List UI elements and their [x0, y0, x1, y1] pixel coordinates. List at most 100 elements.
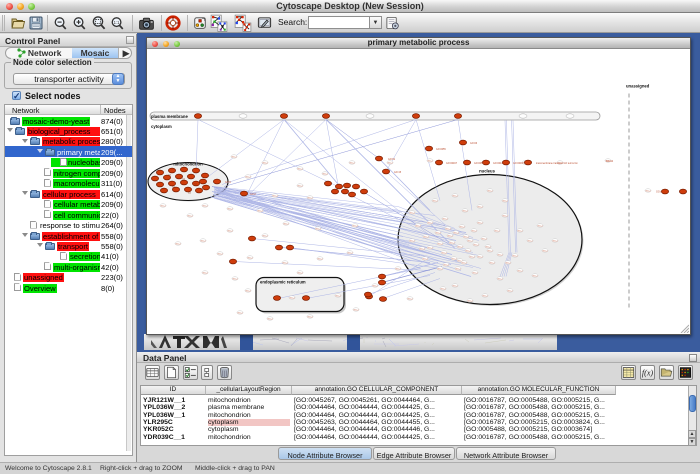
svg-text:Gna-t: Gna-t [245, 289, 251, 292]
svg-text:Gna-t: Gna-t [465, 249, 471, 252]
svg-text:Gna-t: Gna-t [487, 189, 493, 192]
svg-text:unassigned: unassigned [626, 84, 650, 89]
svg-text:Gna-t: Gna-t [202, 271, 208, 274]
svg-text:Gna-t: Gna-t [262, 234, 268, 237]
svg-text:f(x): f(x) [642, 368, 654, 377]
svg-text:Gna-t: Gna-t [237, 311, 243, 314]
svg-text:Gna-t: Gna-t [423, 235, 429, 238]
svg-text:Gna-t: Gna-t [353, 308, 359, 311]
svg-text:Gna-t: Gna-t [395, 267, 401, 270]
svg-text:GO:2: GO:2 [250, 193, 256, 196]
svg-text:Gna-t: Gna-t [527, 239, 533, 242]
svg-text:Gna-t: Gna-t [175, 242, 181, 245]
svg-text:Gna-t: Gna-t [487, 249, 493, 252]
svg-text:Gna-t: Gna-t [452, 284, 458, 287]
svg-text:Gna-t: Gna-t [409, 239, 415, 242]
svg-text:Gna-t: Gna-t [477, 205, 483, 208]
svg-text:Gna-t: Gna-t [494, 229, 500, 232]
svg-text:GO:t: GO:t [656, 191, 661, 194]
svg-text:Gna-t: Gna-t [387, 161, 393, 164]
svg-text:Gna-t: Gna-t [497, 253, 503, 256]
svg-text:Gna-t: Gna-t [427, 221, 433, 224]
svg-text:Gna-t: Gna-t [435, 231, 441, 234]
svg-text:Gna-t: Gna-t [227, 229, 233, 232]
svg-text:Gna-t: Gna-t [485, 245, 491, 248]
svg-text:Gna-t: Gna-t [512, 254, 518, 257]
svg-text:Gna-t: Gna-t [427, 159, 433, 162]
svg-text:Gna-t: Gna-t [202, 204, 208, 207]
svg-text:Gna-t: Gna-t [502, 214, 508, 217]
svg-text:1:1: 1:1 [114, 19, 121, 24]
svg-text:Gna-t: Gna-t [217, 252, 223, 255]
svg-text:Gna-t: Gna-t [457, 245, 463, 248]
svg-text:Gna-t: Gna-t [415, 224, 421, 227]
svg-text:Gna-t: Gna-t [262, 161, 268, 164]
svg-text:Gna-t: Gna-t [505, 261, 511, 264]
svg-text:GO:61: GO:61 [388, 158, 396, 161]
svg-text:Gna-t: Gna-t [445, 227, 451, 230]
svg-text:Gna-t: Gna-t [307, 315, 313, 318]
svg-text:Gna-t: Gna-t [437, 242, 443, 245]
svg-text:Gna-t: Gna-t [459, 225, 465, 228]
svg-text:GO:0046: GO:0046 [513, 162, 523, 165]
svg-text:Gna-t: Gna-t [467, 239, 473, 242]
svg-text:Gna-t: Gna-t [443, 263, 449, 266]
svg-text:Gna-t: Gna-t [422, 257, 428, 260]
svg-text:Gna-t: Gna-t [322, 172, 328, 175]
svg-text:Gna-t: Gna-t [532, 274, 538, 277]
svg-text:Gna-t: Gna-t [452, 194, 458, 197]
svg-text:Gna-t: Gna-t [372, 284, 378, 287]
svg-text:GO:9: GO:9 [225, 181, 231, 184]
svg-text:transmembrane transport GO ter: transmembrane transport GO terms list [536, 162, 578, 165]
svg-text:Gna-t: Gna-t [232, 277, 238, 280]
svg-text:Gna-t: Gna-t [315, 227, 321, 230]
svg-text:Gna-t: Gna-t [297, 271, 303, 274]
svg-text:GO:44: GO:44 [606, 160, 614, 163]
svg-text:Gna-t: Gna-t [507, 289, 513, 292]
svg-text:GO:0051: GO:0051 [474, 162, 484, 165]
svg-text:Gna-t: Gna-t [267, 317, 273, 320]
svg-text:Gna-t: Gna-t [469, 255, 475, 258]
svg-text:Gna-t: Gna-t [349, 161, 355, 164]
svg-text:nucleus: nucleus [479, 169, 495, 174]
svg-text:GO:06: GO:06 [470, 142, 478, 145]
svg-text:Gna-t: Gna-t [419, 247, 425, 250]
svg-text:Gna-t: Gna-t [481, 237, 487, 240]
svg-text:Gna-t: Gna-t [472, 271, 478, 274]
svg-text:Gna-t: Gna-t [247, 256, 253, 259]
svg-text:Gna-t: Gna-t [451, 257, 457, 260]
svg-text:Gna-t: Gna-t [441, 251, 447, 254]
svg-text:Gna-t: Gna-t [473, 243, 479, 246]
svg-text:Gna-t: Gna-t [282, 261, 288, 264]
svg-text:Gna-t: Gna-t [160, 204, 166, 207]
svg-text:Gna-t: Gna-t [317, 257, 323, 260]
svg-text:Gna-t: Gna-t [471, 229, 477, 232]
svg-text:Gna-t: Gna-t [347, 251, 353, 254]
svg-text:Gna-t: Gna-t [477, 255, 483, 258]
svg-text:Gna-t: Gna-t [447, 234, 453, 237]
svg-text:Gna-t: Gna-t [432, 199, 438, 202]
svg-text:Gna-t: Gna-t [463, 235, 469, 238]
svg-text:Gna-t: Gna-t [482, 294, 488, 297]
svg-text:Gna-t: Gna-t [537, 224, 543, 227]
svg-text:Gna-t: Gna-t [289, 296, 295, 299]
svg-text:Gna-t: Gna-t [645, 189, 651, 192]
svg-text:Gna-t: Gna-t [409, 211, 415, 214]
svg-text:Gna-t: Gna-t [502, 199, 508, 202]
svg-text:GO:0055: GO:0055 [436, 148, 446, 151]
svg-text:Gna-t: Gna-t [245, 175, 251, 178]
svg-text:cytoplasm: cytoplasm [151, 124, 172, 129]
svg-text:Gna-t: Gna-t [462, 209, 468, 212]
svg-text:Gna-t: Gna-t [467, 299, 473, 302]
svg-text:Gna-t: Gna-t [297, 167, 303, 170]
svg-text:plasma membrane: plasma membrane [151, 114, 188, 119]
svg-text:Gna-t: Gna-t [455, 267, 461, 270]
svg-text:Gna-t: Gna-t [297, 184, 303, 187]
svg-text:Gna-t: Gna-t [440, 287, 446, 290]
svg-text:Gna-t: Gna-t [542, 249, 548, 252]
svg-text:mitochondrion: mitochondrion [173, 162, 203, 167]
svg-text:GO:15: GO:15 [394, 171, 402, 174]
svg-text:GO:00467: GO:00467 [446, 162, 458, 165]
svg-text:Gna-t: Gna-t [257, 209, 263, 212]
svg-text:Gna-t: Gna-t [227, 207, 233, 210]
